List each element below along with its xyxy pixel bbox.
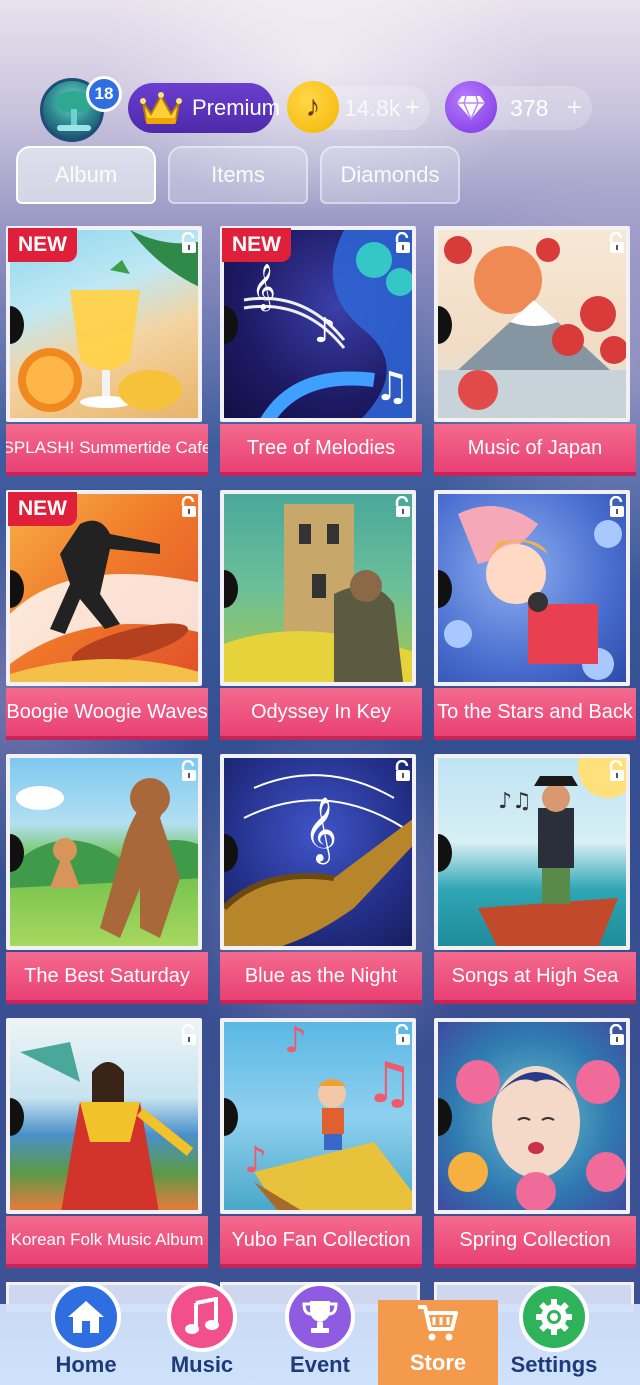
album-title: Korean Folk Music Album bbox=[6, 1216, 208, 1268]
add-coins-button[interactable]: + bbox=[405, 92, 420, 123]
album-cover bbox=[6, 1018, 202, 1214]
unlock-icon bbox=[395, 760, 410, 781]
unlock-icon bbox=[395, 232, 410, 253]
album-card[interactable]: NEW Boogie Woogie Waves bbox=[6, 490, 208, 742]
unlock-icon bbox=[609, 760, 624, 781]
svg-text:♪: ♪ bbox=[314, 311, 336, 351]
nav-music-label: Music bbox=[170, 1352, 234, 1377]
tab-items[interactable]: Items bbox=[168, 146, 308, 204]
album-title: Boogie Woogie Waves bbox=[6, 688, 208, 740]
diamonds-value: 378 bbox=[510, 95, 549, 121]
album-card[interactable]: The Best Saturday bbox=[6, 754, 208, 1006]
svg-text:𝄞: 𝄞 bbox=[252, 264, 276, 312]
nav-event-label: Event bbox=[290, 1352, 350, 1377]
note-coin-icon: ♪ bbox=[287, 81, 339, 133]
premium-button[interactable]: Premium bbox=[128, 83, 280, 133]
album-card[interactable]: Music of Japan bbox=[434, 226, 636, 478]
nav-store-label: Store bbox=[409, 1350, 467, 1375]
album-card[interactable]: Korean Folk Music Album bbox=[6, 1018, 208, 1270]
unlock-icon bbox=[181, 760, 196, 781]
album-title: Songs at High Sea bbox=[434, 952, 636, 1004]
album-card[interactable]: Odyssey In Key bbox=[220, 490, 422, 742]
svg-text:♫: ♫ bbox=[374, 364, 410, 410]
nav-music[interactable]: Music bbox=[142, 1282, 262, 1385]
album-title: Spring Collection bbox=[434, 1216, 636, 1268]
unlock-icon bbox=[395, 1024, 410, 1045]
unlock-icon bbox=[181, 232, 196, 253]
coins-counter[interactable]: ♪ 14.8k + bbox=[287, 81, 430, 133]
nav-home[interactable]: Home bbox=[26, 1282, 146, 1385]
album-title: Music of Japan bbox=[434, 424, 636, 476]
bottom-navigation: Home Music Event Store Settings bbox=[0, 1282, 640, 1385]
music-note-icon bbox=[167, 1282, 237, 1352]
cart-icon bbox=[403, 1288, 473, 1358]
store-tabs: Album Items Diamonds bbox=[16, 146, 476, 204]
nav-settings-label: Settings bbox=[510, 1352, 598, 1377]
tab-album[interactable]: Album bbox=[16, 146, 156, 204]
svg-text:𝄞: 𝄞 bbox=[304, 797, 337, 864]
album-cover: 𝄞 bbox=[220, 754, 416, 950]
album-title: Tree of Melodies bbox=[220, 424, 422, 476]
tab-diamonds[interactable]: Diamonds bbox=[320, 146, 460, 204]
svg-text:♪: ♪ bbox=[284, 1022, 307, 1061]
nav-event[interactable]: Event bbox=[260, 1282, 380, 1385]
nav-settings[interactable]: Settings bbox=[494, 1282, 614, 1385]
unlock-icon bbox=[181, 496, 196, 517]
nav-home-label: Home bbox=[55, 1352, 117, 1377]
premium-label: Premium bbox=[192, 95, 281, 120]
new-badge: NEW bbox=[8, 228, 77, 262]
album-title: Yubo Fan Collection bbox=[220, 1216, 422, 1268]
nav-store[interactable]: Store bbox=[378, 1300, 498, 1385]
album-title: Odyssey In Key bbox=[220, 688, 422, 740]
svg-text:♪♫: ♪♫ bbox=[498, 789, 532, 814]
unlock-icon bbox=[609, 496, 624, 517]
diamond-icon bbox=[445, 81, 497, 133]
album-cover: ♪ ♫ ♪ bbox=[220, 1018, 416, 1214]
album-card[interactable]: ♪♫ Songs at High Sea bbox=[434, 754, 636, 1006]
album-card[interactable]: To the Stars and Back bbox=[434, 490, 636, 742]
album-card[interactable]: NEW SPLASH! Summertide Cafe bbox=[6, 226, 208, 478]
album-card[interactable]: 𝄞 Blue as the Night bbox=[220, 754, 422, 1006]
album-cover bbox=[434, 1018, 630, 1214]
home-icon bbox=[51, 1282, 121, 1352]
new-badge: NEW bbox=[222, 228, 291, 262]
album-card[interactable]: ♪ ♫ ♪ Yubo Fan Collection bbox=[220, 1018, 422, 1270]
album-title: Blue as the Night bbox=[220, 952, 422, 1004]
album-card[interactable]: 𝄞 ♪ ♫ NEW Tree of Melodies bbox=[220, 226, 422, 478]
top-bar: 18 Premium ♪ 14.8k + 378 + bbox=[0, 76, 640, 142]
album-title: SPLASH! Summertide Cafe bbox=[6, 424, 208, 476]
unlock-icon bbox=[609, 1024, 624, 1045]
level-badge: 18 bbox=[86, 76, 122, 112]
svg-text:♫: ♫ bbox=[364, 1051, 414, 1116]
trophy-icon bbox=[285, 1282, 355, 1352]
add-diamonds-button[interactable]: + bbox=[567, 92, 582, 123]
coins-value: 14.8k bbox=[344, 95, 401, 121]
new-badge: NEW bbox=[8, 492, 77, 526]
album-title: To the Stars and Back bbox=[434, 688, 636, 740]
album-cover bbox=[6, 754, 202, 950]
album-title: The Best Saturday bbox=[6, 952, 208, 1004]
diamonds-counter[interactable]: 378 + bbox=[445, 81, 592, 133]
gear-icon bbox=[519, 1282, 589, 1352]
unlock-icon bbox=[609, 232, 624, 253]
unlock-icon bbox=[181, 1024, 196, 1045]
unlock-icon bbox=[395, 496, 410, 517]
album-card[interactable]: Spring Collection bbox=[434, 1018, 636, 1270]
album-cover: ♪♫ bbox=[434, 754, 630, 950]
album-grid: NEW SPLASH! Summertide Cafe 𝄞 ♪ ♫ NEW Tr… bbox=[6, 226, 636, 1306]
album-cover bbox=[434, 226, 630, 422]
album-cover bbox=[220, 490, 416, 686]
crown-icon bbox=[140, 90, 182, 126]
album-cover bbox=[434, 490, 630, 686]
